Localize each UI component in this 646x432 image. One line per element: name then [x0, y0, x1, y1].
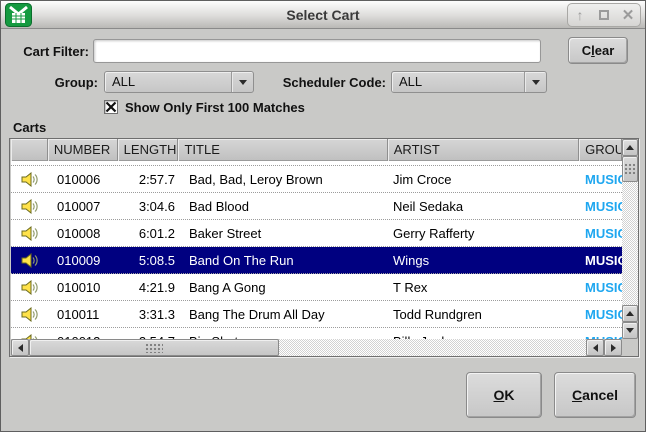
column-header-artist[interactable]: ARTIST [388, 139, 579, 161]
chevron-down-icon [524, 72, 546, 92]
cart-cell-group: MUSIC [581, 280, 622, 295]
show-first-100-checkbox[interactable] [104, 100, 118, 114]
scroll-left-button-2[interactable] [586, 339, 604, 356]
group-label: Group: [1, 75, 98, 90]
cart-cell-title: Bang The Drum All Day [179, 307, 389, 322]
cart-cell-icon [11, 253, 48, 268]
window-title: Select Cart [1, 1, 645, 29]
cart-row[interactable]: 0100062:57.7Bad, Bad, Leroy BrownJim Cro… [11, 166, 622, 193]
cart-list: NUMBERLENGTHTITLEARTISTGROUP 0100052:03.… [9, 138, 639, 357]
cart-row[interactable]: 0100113:31.3Bang The Drum All DayTodd Ru… [11, 301, 622, 328]
cart-row[interactable]: 0100086:01.2Baker StreetGerry RaffertyMU… [11, 220, 622, 247]
cart-list-rows: 0100052:03.9BackstabbersO'JaysMUSIC 0100… [11, 161, 622, 339]
horizontal-scrollbar[interactable] [11, 339, 622, 356]
group-dropdown[interactable]: ALL [104, 71, 254, 93]
cancel-button[interactable]: Cancel [554, 372, 636, 418]
column-header-icon[interactable] [11, 139, 48, 161]
scheduler-code-value: ALL [399, 74, 422, 89]
scroll-up-button[interactable] [622, 139, 638, 156]
cart-cell-number: 010011 [48, 307, 118, 322]
vertical-scroll-track[interactable] [622, 182, 638, 305]
column-header-number[interactable]: NUMBER [48, 139, 118, 161]
cart-cell-artist: T Rex [389, 280, 581, 295]
cart-cell-length: 6:01.2 [118, 226, 179, 241]
speaker-icon [21, 199, 38, 214]
cart-cell-group: MUSIC [581, 172, 622, 187]
cart-cell-icon [11, 280, 48, 295]
cart-list-header: NUMBERLENGTHTITLEARTISTGROUP [11, 139, 622, 161]
scheduler-code-label: Scheduler Code: [246, 75, 386, 90]
cart-cell-artist: Wings [389, 253, 581, 268]
cart-row[interactable]: 0100095:08.5Band On The RunWingsMUSIC [11, 247, 622, 274]
horizontal-scroll-track[interactable] [279, 339, 586, 356]
cart-cell-number: 010008 [48, 226, 118, 241]
titlebar[interactable]: Select Cart ↑ ✕ [1, 1, 645, 29]
cart-row[interactable]: 0100073:04.6Bad BloodNeil SedakaMUSIC [11, 193, 622, 220]
cart-cell-length: 3:04.6 [118, 199, 179, 214]
vertical-scroll-thumb[interactable] [622, 156, 638, 182]
cart-cell-icon [11, 172, 48, 187]
cart-row[interactable]: 0100122:54.7Big ShotBilly JoelMUSIC [11, 328, 622, 339]
cart-cell-length: 5:08.5 [118, 253, 179, 268]
cart-cell-title: Baker Street [179, 226, 389, 241]
column-header-group[interactable]: GROUP [579, 139, 622, 161]
cart-filter-input[interactable] [93, 39, 541, 63]
cart-cell-number: 010009 [48, 253, 118, 268]
cart-cell-length: 2:57.7 [118, 172, 179, 187]
cart-filter-label: Cart Filter: [1, 44, 89, 59]
cart-cell-title: Band On The Run [179, 253, 389, 268]
scheduler-code-dropdown[interactable]: ALL [391, 71, 547, 93]
checkmark-x-icon [105, 101, 117, 113]
close-icon[interactable]: ✕ [617, 5, 639, 25]
ok-button[interactable]: OK [466, 372, 542, 418]
cart-cell-artist: Jim Croce [389, 172, 581, 187]
cart-cell-group: MUSIC [581, 226, 622, 241]
cart-cell-artist: Todd Rundgren [389, 307, 581, 322]
column-header-length[interactable]: LENGTH [118, 139, 179, 161]
maximize-icon[interactable] [593, 5, 615, 25]
cart-cell-title: Bang A Gong [179, 280, 389, 295]
cart-cell-artist: Gerry Rafferty [389, 226, 581, 241]
scroll-up-button-2[interactable] [622, 305, 638, 322]
cart-cell-title: Bad, Bad, Leroy Brown [179, 172, 389, 187]
cart-cell-group: MUSIC [581, 307, 622, 322]
cart-cell-title: Bad Blood [179, 199, 389, 214]
cart-cell-number: 010007 [48, 199, 118, 214]
cart-cell-length: 4:21.9 [118, 280, 179, 295]
scroll-right-button[interactable] [604, 339, 622, 356]
speaker-icon [21, 226, 38, 241]
column-header-title[interactable]: TITLE [178, 139, 387, 161]
group-value: ALL [112, 74, 135, 89]
cart-cell-artist: Neil Sedaka [389, 199, 581, 214]
cart-cell-icon [11, 199, 48, 214]
clear-button[interactable]: Clear [568, 37, 628, 64]
show-first-100-label: Show Only First 100 Matches [125, 100, 305, 115]
speaker-icon [21, 172, 38, 187]
cart-cell-icon [11, 307, 48, 322]
speaker-icon [21, 253, 38, 268]
cart-cell-icon [11, 226, 48, 241]
horizontal-scroll-thumb[interactable] [29, 339, 279, 356]
window-controls: ↑ ✕ [567, 3, 641, 27]
cart-cell-number: 010010 [48, 280, 118, 295]
cart-cell-group: MUSIC [581, 253, 622, 268]
cart-cell-number: 010006 [48, 172, 118, 187]
cart-cell-length: 3:31.3 [118, 307, 179, 322]
scroll-down-button[interactable] [622, 322, 638, 339]
speaker-icon [21, 280, 38, 295]
scroll-left-button[interactable] [11, 339, 29, 356]
speaker-icon [21, 307, 38, 322]
cart-row[interactable]: 0100104:21.9Bang A GongT RexMUSIC [11, 274, 622, 301]
vertical-scrollbar[interactable] [622, 139, 638, 339]
cart-cell-group: MUSIC [581, 199, 622, 214]
shade-icon[interactable]: ↑ [569, 5, 591, 25]
select-cart-dialog: Select Cart ↑ ✕ Cart Filter: Clear Group… [0, 0, 646, 432]
carts-section-label: Carts [13, 120, 46, 135]
